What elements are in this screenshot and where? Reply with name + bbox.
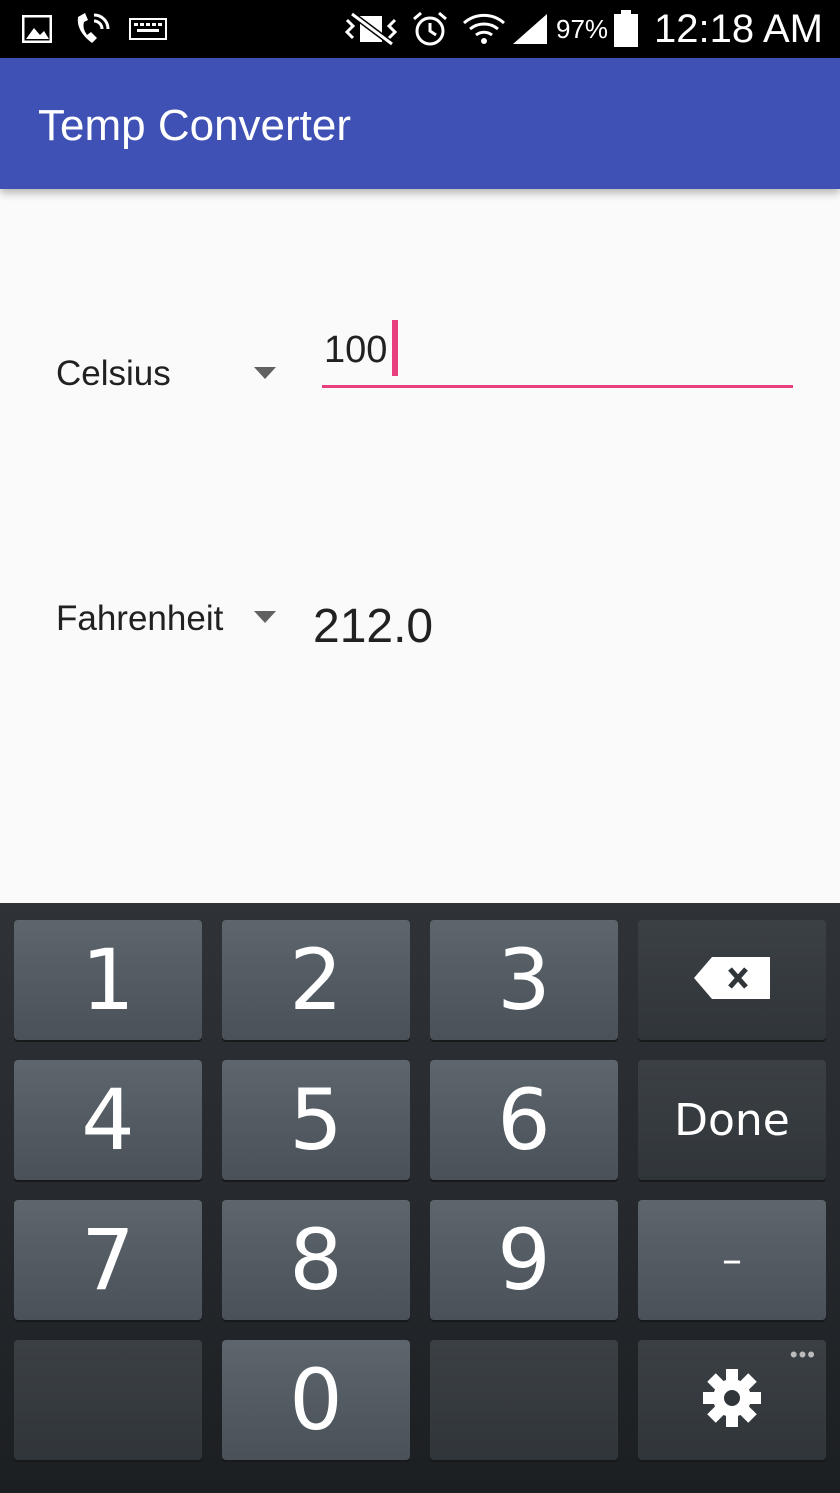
app-bar: Temp Converter: [0, 58, 840, 189]
converter-panel: Celsius 100 Fahrenheit 212.0: [0, 189, 840, 903]
app-title: Temp Converter: [38, 101, 352, 150]
converted-value: 212.0: [313, 600, 434, 653]
numeric-keyboard: 1 2 3 4 5 6 Done 7 8 9 – 0 •••: [0, 903, 840, 1493]
key-label: 1: [81, 931, 135, 1029]
key-label: Done: [674, 1094, 790, 1146]
wifi-calling-icon: [72, 12, 112, 46]
backspace-icon: [692, 955, 772, 1006]
key-8[interactable]: 8: [222, 1200, 410, 1320]
key-label: 0: [289, 1351, 343, 1449]
key-0[interactable]: 0: [222, 1340, 410, 1460]
minus-key[interactable]: –: [638, 1200, 826, 1320]
temperature-input[interactable]: 100: [322, 320, 793, 388]
settings-key[interactable]: •••: [638, 1340, 826, 1460]
battery-icon: [612, 10, 640, 47]
blank-key-right[interactable]: [430, 1340, 618, 1460]
gallery-icon: [20, 12, 54, 46]
battery-percentage: 97%: [556, 14, 609, 44]
keyboard-icon: [128, 12, 168, 46]
key-label: –: [722, 1237, 742, 1283]
text-cursor: [392, 320, 398, 376]
key-2[interactable]: 2: [222, 920, 410, 1040]
signal-icon: [510, 12, 550, 46]
more-options-icon: •••: [789, 1342, 816, 1367]
to-unit-spinner[interactable]: Fahrenheit: [56, 589, 286, 649]
chevron-down-icon: [254, 367, 276, 379]
from-unit-spinner[interactable]: Celsius: [56, 339, 286, 399]
to-unit-label: Fahrenheit: [56, 599, 224, 638]
backspace-key[interactable]: [638, 920, 826, 1040]
key-label: 3: [497, 931, 551, 1029]
chevron-down-icon: [254, 611, 276, 623]
key-label: 6: [497, 1071, 551, 1169]
alarm-icon: [410, 11, 450, 46]
key-label: 5: [289, 1071, 343, 1169]
key-label: 2: [289, 931, 343, 1029]
blank-key-left[interactable]: [14, 1340, 202, 1460]
from-unit-label: Celsius: [56, 354, 171, 393]
vibrate-icon: [344, 12, 400, 46]
key-1[interactable]: 1: [14, 920, 202, 1040]
key-3[interactable]: 3: [430, 920, 618, 1040]
done-key[interactable]: Done: [638, 1060, 826, 1180]
key-5[interactable]: 5: [222, 1060, 410, 1180]
input-value: 100: [324, 329, 388, 371]
key-label: 7: [81, 1211, 135, 1309]
clock: 12:18 AM: [654, 7, 824, 51]
key-7[interactable]: 7: [14, 1200, 202, 1320]
gear-icon: [701, 1367, 763, 1434]
key-4[interactable]: 4: [14, 1060, 202, 1180]
wifi-icon: [462, 12, 506, 46]
key-label: 8: [289, 1211, 343, 1309]
key-label: 4: [81, 1071, 135, 1169]
key-label: 9: [497, 1211, 551, 1309]
key-6[interactable]: 6: [430, 1060, 618, 1180]
status-bar: 97% 12:18 AM: [0, 0, 840, 58]
key-9[interactable]: 9: [430, 1200, 618, 1320]
